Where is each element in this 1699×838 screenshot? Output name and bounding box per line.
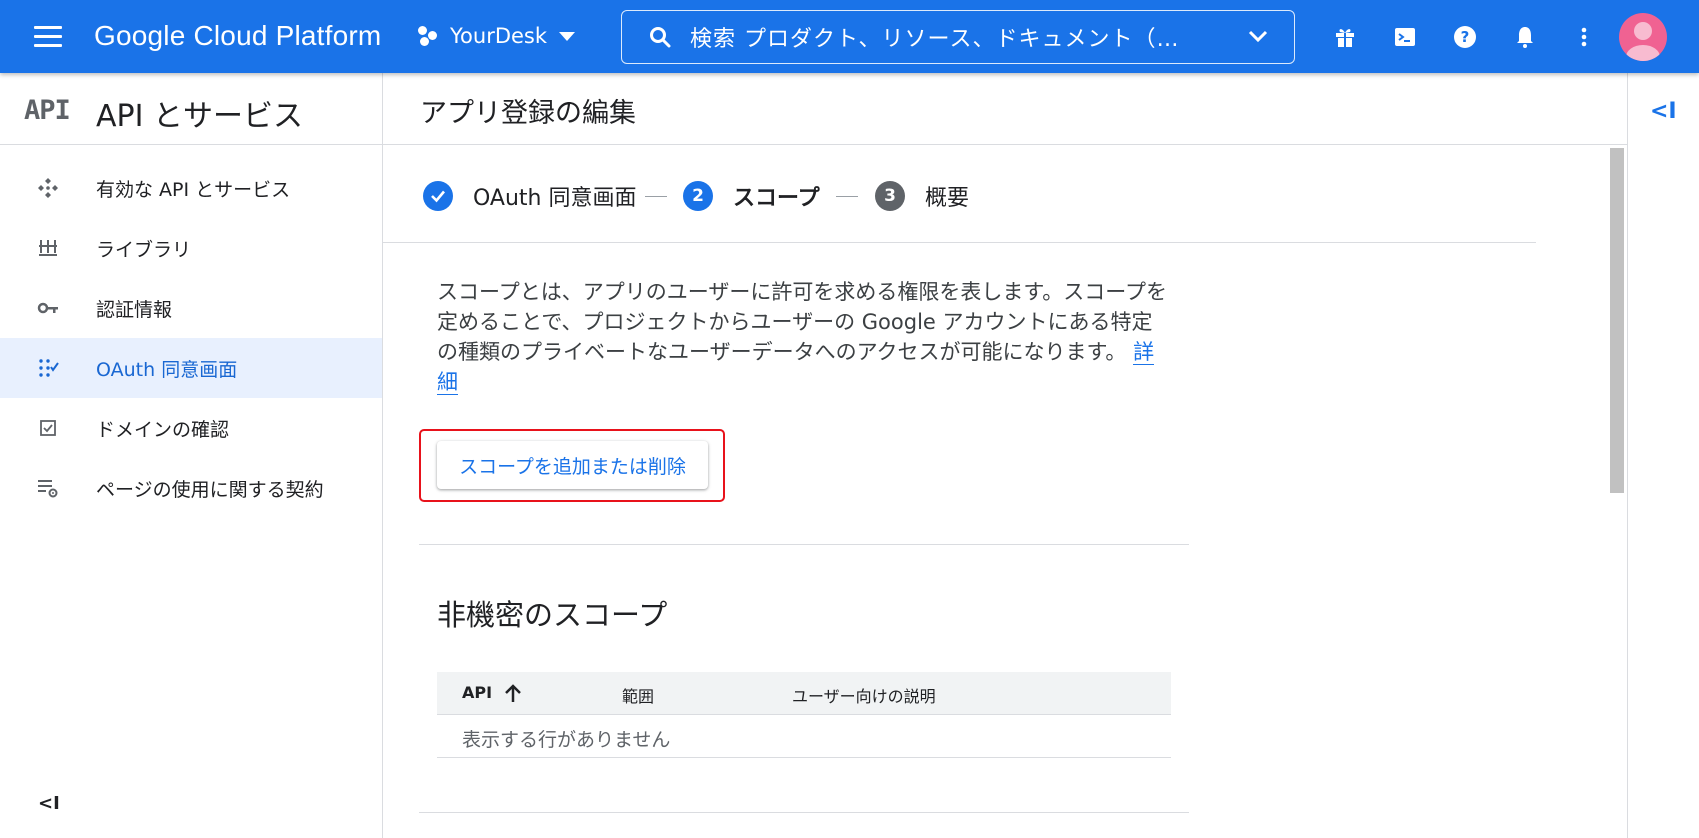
- step-oauth-consent[interactable]: OAuth 同意画面: [423, 180, 637, 212]
- search-placeholder: 検索 プロダクト、リソース、ドキュメント（…: [690, 27, 1180, 52]
- scopes-table: API 範囲 ユーザー向けの説明 表示する行がありません: [437, 672, 1171, 758]
- notifications-icon[interactable]: [1512, 24, 1538, 50]
- top-app-bar: Google Cloud Platform YourDesk 検索 プロダクト、…: [0, 0, 1699, 73]
- collapse-sidebar-icon[interactable]: <I: [38, 793, 60, 814]
- column-header-user-facing-description[interactable]: ユーザー向けの説明: [792, 683, 936, 707]
- step-label: OAuth 同意画面: [473, 186, 637, 211]
- sidebar-item-label: 認証情報: [96, 298, 173, 321]
- brand-title[interactable]: Google Cloud Platform: [94, 20, 381, 52]
- expand-panel-icon[interactable]: <I: [1650, 99, 1677, 124]
- search-input[interactable]: 検索 プロダクト、リソース、ドキュメント（…: [621, 10, 1295, 64]
- sidebar-item-oauth-consent[interactable]: OAuth 同意画面: [0, 338, 382, 398]
- chevron-down-icon[interactable]: [1246, 27, 1270, 47]
- step-number: 2: [683, 181, 713, 211]
- step-label: 概要: [925, 186, 970, 211]
- consent-icon: [36, 356, 60, 380]
- search-icon: [650, 27, 671, 48]
- scrollbar[interactable]: [1610, 148, 1624, 493]
- description-text: スコープとは、アプリのユーザーに許可を求める権限を表します。スコープを定めること…: [437, 280, 1167, 364]
- column-header-scope[interactable]: 範囲: [622, 683, 654, 707]
- step-summary[interactable]: 3 概要: [875, 180, 969, 212]
- section-title: 非機密のスコープ: [437, 598, 668, 632]
- gift-icon[interactable]: [1332, 24, 1358, 50]
- step-label: スコープ: [733, 186, 820, 211]
- project-dots-icon: [418, 25, 440, 47]
- sidebar-item-credentials[interactable]: 認証情報: [0, 278, 382, 338]
- step-number: 3: [875, 181, 905, 211]
- sidebar-header: API API とサービス: [0, 73, 382, 145]
- api-dashboard-icon: [36, 176, 60, 200]
- sidebar-item-label: ライブラリ: [96, 238, 192, 261]
- sidebar-item-label: ページの使用に関する契約: [96, 478, 324, 501]
- sidebar-item-page-usage-agreements[interactable]: ページの使用に関する契約: [0, 458, 382, 518]
- divider: [419, 544, 1189, 545]
- main-header: アプリ登録の編集: [383, 73, 1627, 145]
- sidebar: API API とサービス 有効な API とサービス ライブラリ 認証情報 O…: [0, 73, 383, 838]
- sidebar-item-domain-verification[interactable]: ドメインの確認: [0, 398, 382, 458]
- avatar[interactable]: [1619, 13, 1667, 61]
- check-icon: [423, 181, 453, 211]
- sidebar-item-label: ドメインの確認: [96, 418, 230, 441]
- library-icon: [36, 236, 60, 260]
- sidebar-title: API とサービス: [96, 99, 303, 134]
- caret-down-icon: [559, 31, 576, 41]
- table-empty-row: 表示する行がありません: [437, 714, 1171, 758]
- step-scopes[interactable]: 2 スコープ: [683, 180, 820, 212]
- right-rail: <I: [1627, 73, 1699, 838]
- sort-arrow-up-icon[interactable]: [503, 682, 523, 704]
- project-selector[interactable]: YourDesk: [418, 24, 576, 48]
- menu-icon[interactable]: [34, 26, 62, 48]
- sidebar-item-label: 有効な API とサービス: [96, 178, 291, 201]
- column-header-api[interactable]: API: [462, 683, 492, 702]
- api-logo: API: [24, 95, 71, 126]
- checkbox-icon: [36, 416, 60, 440]
- more-vert-icon[interactable]: [1571, 24, 1597, 50]
- svg-text:?: ?: [1461, 28, 1470, 46]
- help-icon[interactable]: ?: [1452, 24, 1478, 50]
- empty-text: 表示する行がありません: [462, 729, 671, 751]
- settings-list-icon: [36, 476, 60, 500]
- project-name: YourDesk: [450, 24, 548, 48]
- step-connector: [836, 196, 858, 197]
- column-header-label: API: [462, 683, 493, 702]
- sidebar-item-label: OAuth 同意画面: [96, 358, 238, 381]
- sidebar-item-enabled-apis[interactable]: 有効な API とサービス: [0, 158, 382, 218]
- sidebar-item-library[interactable]: ライブラリ: [0, 218, 382, 278]
- scope-description: スコープとは、アプリのユーザーに許可を求める権限を表します。スコープを定めること…: [437, 277, 1167, 397]
- key-icon: [36, 296, 60, 320]
- divider: [419, 812, 1189, 813]
- table-header: API 範囲 ユーザー向けの説明: [437, 672, 1171, 714]
- page-title: アプリ登録の編集: [420, 98, 636, 129]
- step-connector: [645, 196, 667, 197]
- add-remove-scopes-button[interactable]: スコープを追加または削除: [437, 441, 708, 489]
- cloud-shell-icon[interactable]: [1392, 24, 1418, 50]
- stepper: OAuth 同意画面 2 スコープ 3 概要: [383, 146, 1536, 243]
